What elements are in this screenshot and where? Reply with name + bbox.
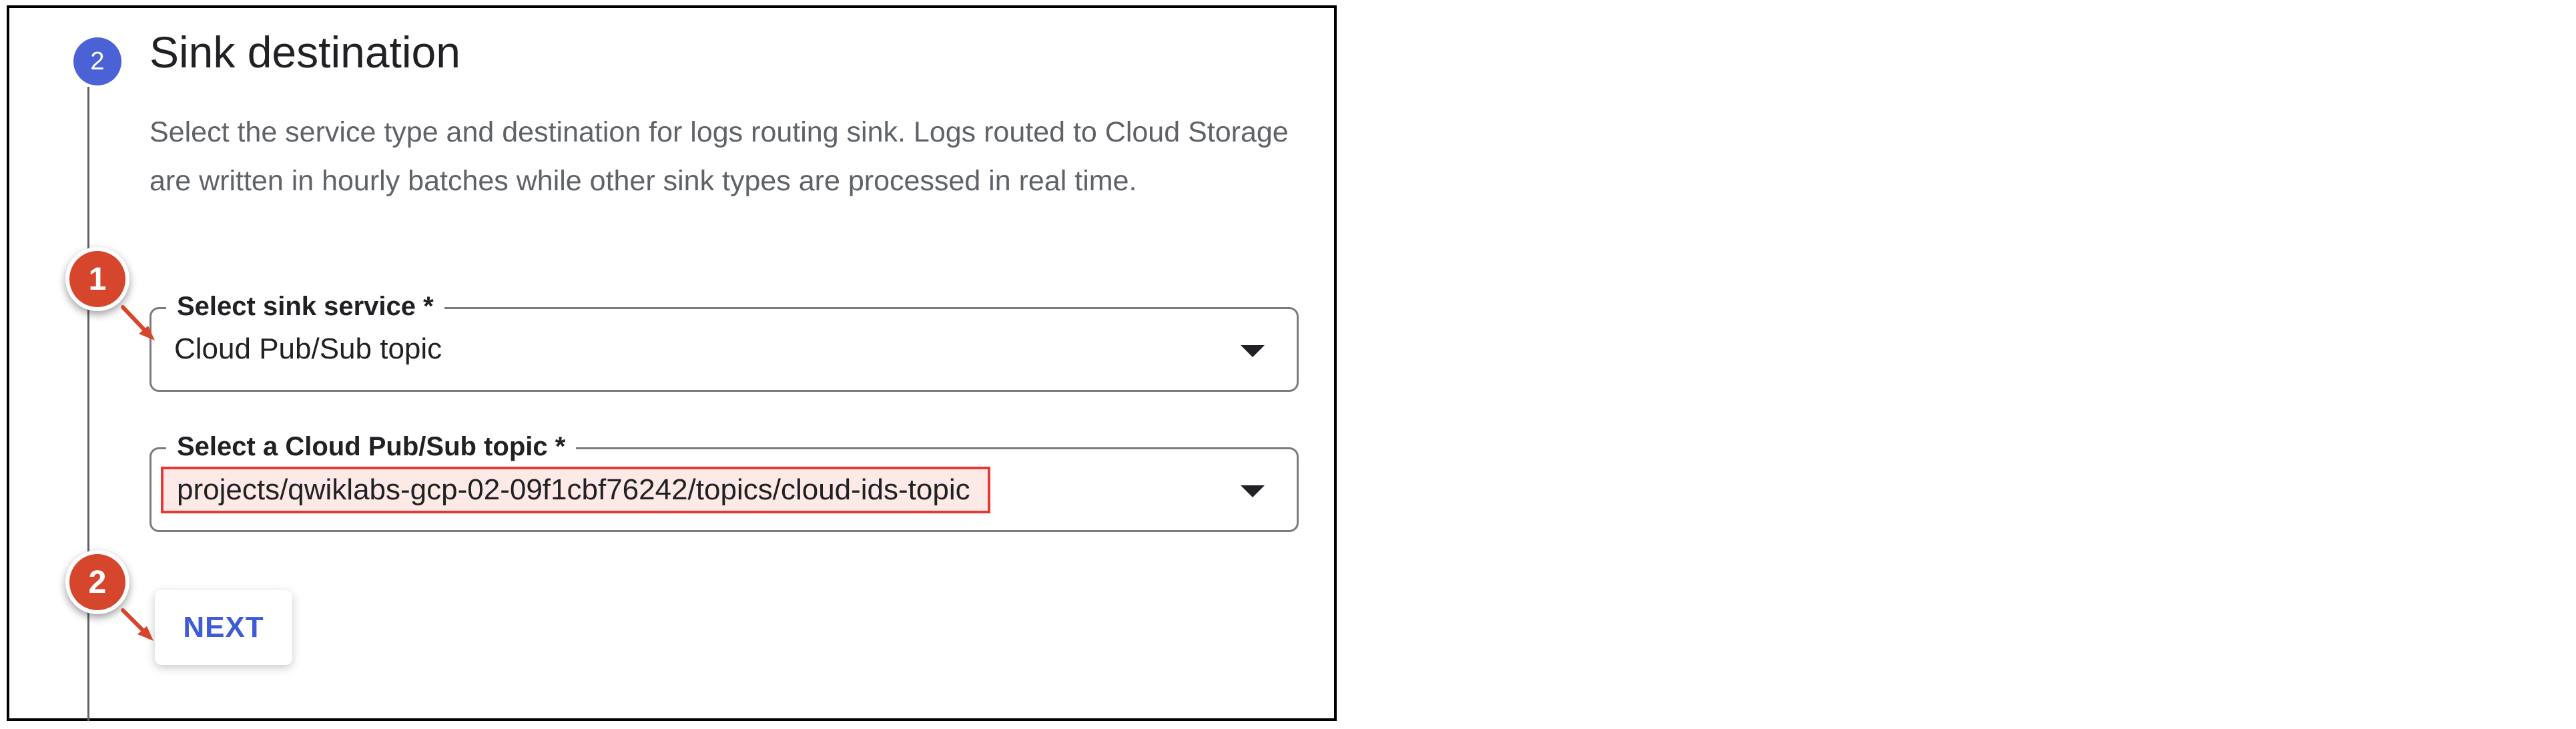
step-connector-line xyxy=(87,87,89,721)
step-number-badge: 2 xyxy=(73,37,121,85)
chevron-down-icon[interactable] xyxy=(1241,485,1265,497)
pubsub-topic-value: projects/qwiklabs-gcp-02-09f1cbf76242/to… xyxy=(161,467,990,513)
annotation-callout-1: 1 xyxy=(65,247,129,311)
annotation-callout-2: 2 xyxy=(65,550,129,614)
chevron-down-icon[interactable] xyxy=(1241,345,1265,357)
sink-destination-panel: 2 Sink destination Select the service ty… xyxy=(7,5,1337,721)
section-title: Sink destination xyxy=(149,27,460,77)
sink-service-select[interactable]: Select sink service * Cloud Pub/Sub topi… xyxy=(149,289,1299,392)
pubsub-topic-label: Select a Cloud Pub/Sub topic * xyxy=(166,429,577,464)
pubsub-topic-select[interactable]: Select a Cloud Pub/Sub topic * projects/… xyxy=(149,429,1299,532)
sink-service-label: Select sink service * xyxy=(166,289,444,324)
section-description: Select the service type and destination … xyxy=(149,116,1289,197)
next-button[interactable]: NEXT xyxy=(155,590,292,665)
sink-service-value: Cloud Pub/Sub topic xyxy=(174,332,442,365)
